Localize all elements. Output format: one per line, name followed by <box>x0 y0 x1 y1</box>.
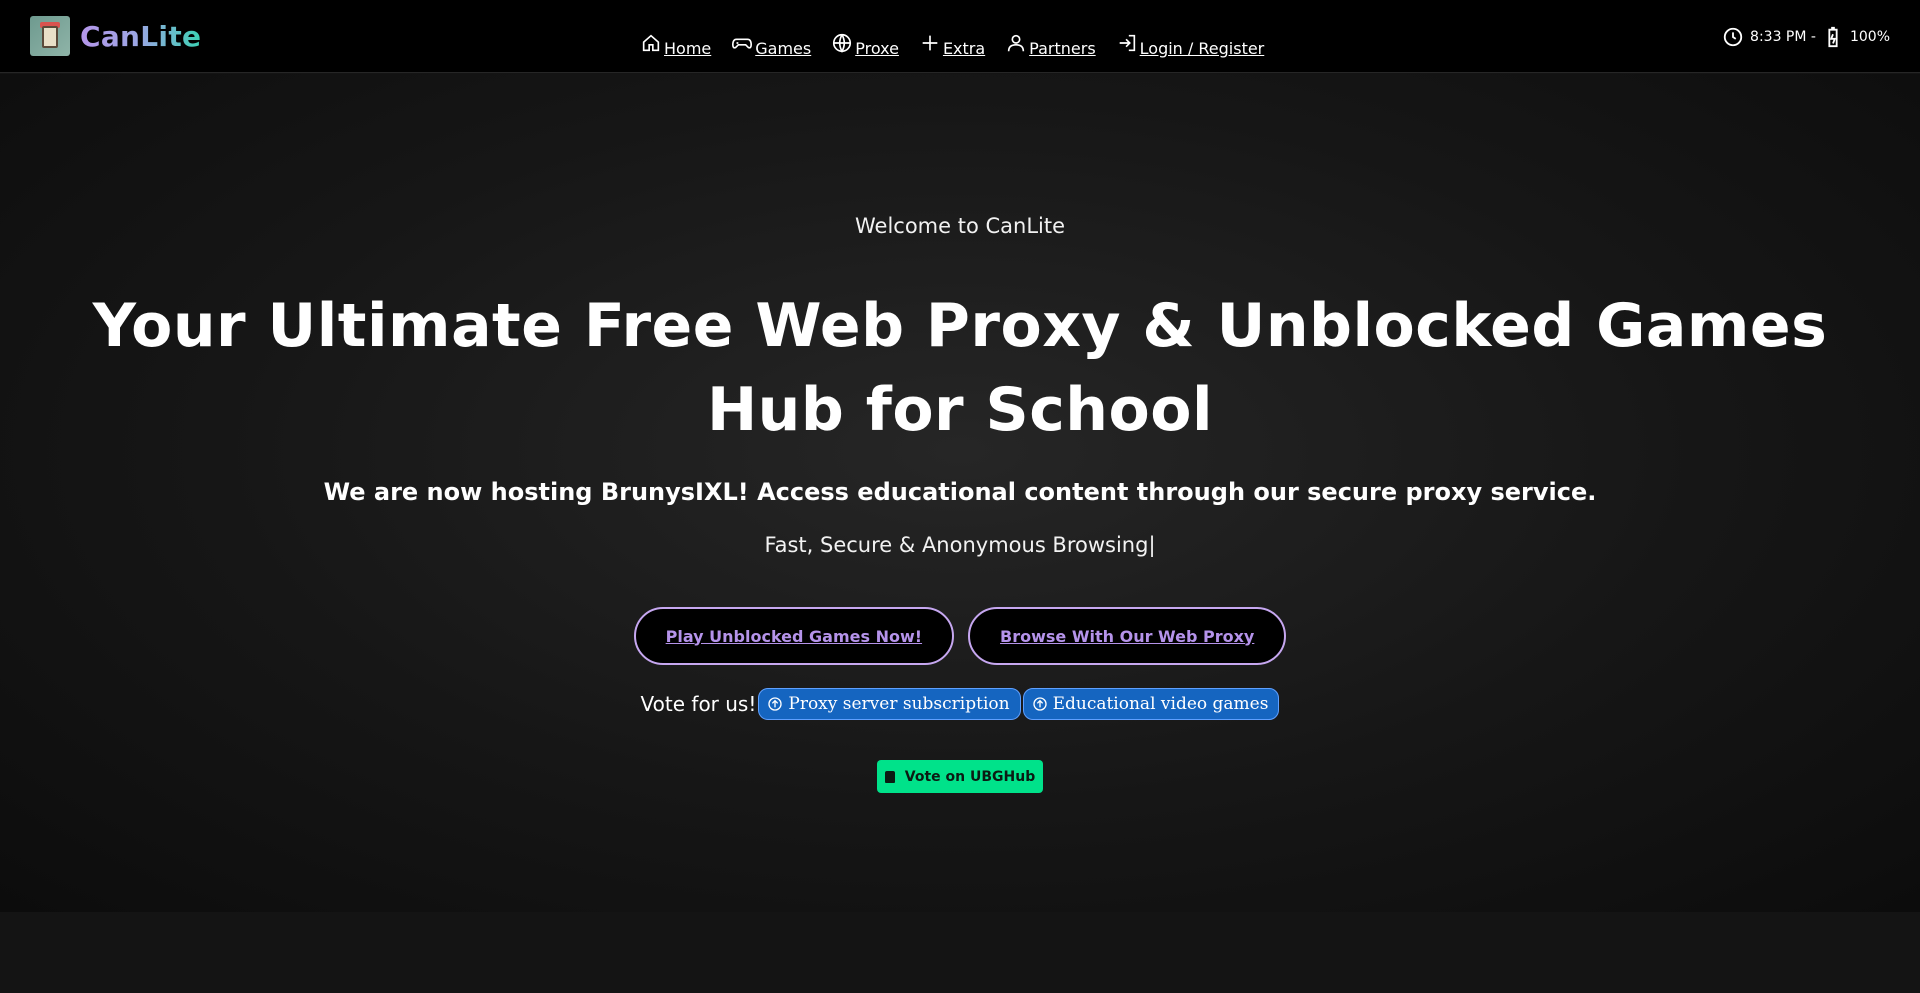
home-icon <box>642 34 660 52</box>
web-proxy-button[interactable]: Browse With Our Web Proxy <box>968 607 1287 665</box>
nav-item-partners[interactable]: Partners <box>1005 32 1096 58</box>
battery-icon <box>1828 26 1838 48</box>
typed-tagline: Fast, Secure & Anonymous Browsing| <box>764 533 1156 557</box>
top-navbar: CanLite Home Games Proxe Extra Partners … <box>0 0 1920 73</box>
gamepad-icon <box>732 38 753 49</box>
hero-subtitle: We are now hosting BrunysIXL! Access edu… <box>323 478 1597 506</box>
welcome-text: Welcome to CanLite <box>854 214 1066 238</box>
main-nav: Home Games Proxe Extra Partners Login / … <box>640 18 1264 58</box>
user-icon <box>1008 34 1025 52</box>
battery-text: 100% <box>1849 29 1890 45</box>
lower-section <box>0 912 1920 993</box>
globe-icon <box>833 33 852 53</box>
status-readout: 8:33 PM - 100% <box>1722 22 1890 52</box>
vote-label: Vote for us! <box>640 692 757 716</box>
nav-item-games[interactable]: Games <box>731 32 811 58</box>
vote-chip-games[interactable]: Educational video games <box>1022 688 1280 720</box>
vote-ubghub-button[interactable]: Vote on UBGHub <box>877 760 1043 793</box>
clock-icon <box>1723 27 1743 47</box>
plus-icon <box>922 35 938 51</box>
cta-buttons: Play Unblocked Games Now! Browse With Ou… <box>0 607 1920 665</box>
nav-item-login[interactable]: Login / Register <box>1116 32 1264 58</box>
upvote-icon <box>1032 697 1047 711</box>
time-text: 8:33 PM - <box>1750 29 1816 45</box>
nav-item-home[interactable]: Home <box>640 32 711 58</box>
page-title: Your Ultimate Free Web Proxy & Unblocked… <box>92 291 1828 445</box>
nav-item-extra[interactable]: Extra <box>919 32 985 58</box>
vote-chip-proxy[interactable]: Proxy server subscription <box>758 688 1021 720</box>
vote-row: Vote for us! Proxy server subscription E… <box>0 688 1920 720</box>
nav-item-proxe[interactable]: Proxe <box>831 32 899 58</box>
play-games-button[interactable]: Play Unblocked Games Now! <box>633 607 955 665</box>
can-logo-icon <box>30 16 70 56</box>
login-icon <box>1119 34 1135 52</box>
brand-name: CanLite <box>80 19 202 53</box>
ubg-icon <box>884 770 895 783</box>
upvote-icon <box>768 697 783 711</box>
brand-link[interactable]: CanLite <box>30 16 201 56</box>
hero-section: Welcome to CanLite Your Ultimate Free We… <box>0 74 1920 912</box>
